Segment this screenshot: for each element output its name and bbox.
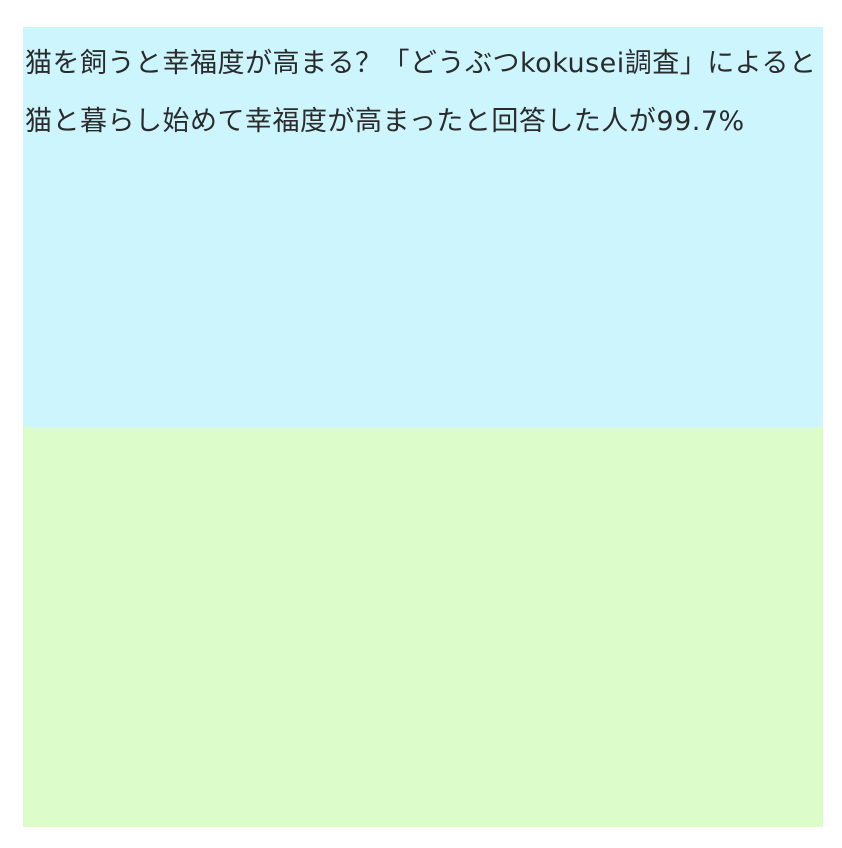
top-text-panel: 猫を飼うと幸福度が高まる？「どうぶつkokusei調査」によると 猫と暮らし始め… — [23, 27, 823, 427]
bottom-panel — [23, 427, 823, 827]
bottom-panel-text — [23, 427, 823, 435]
survey-statement: 猫を飼うと幸福度が高まる？「どうぶつkokusei調査」によると 猫と暮らし始め… — [25, 48, 817, 137]
